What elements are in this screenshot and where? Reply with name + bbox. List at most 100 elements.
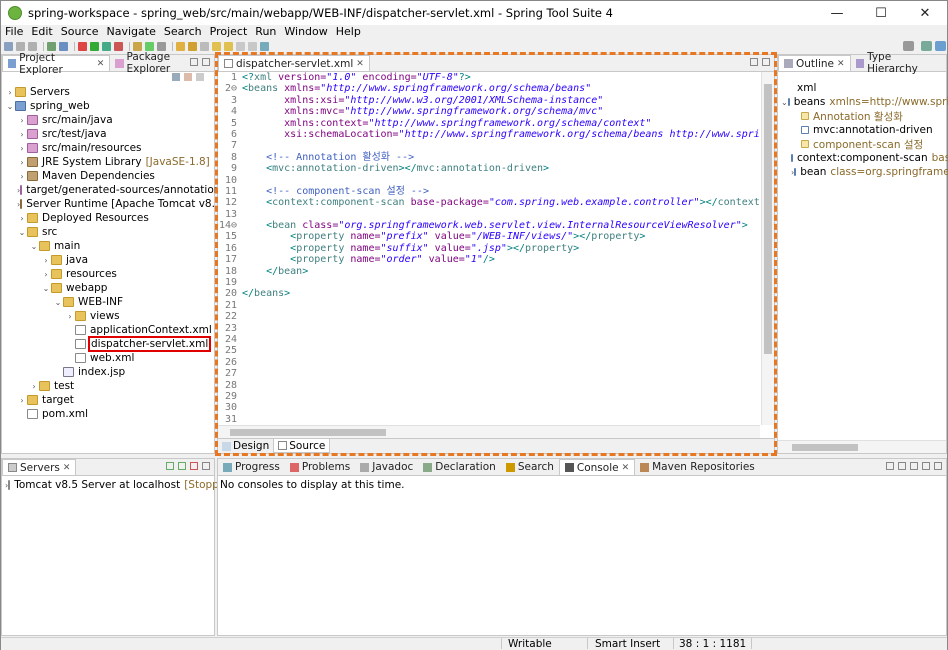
tab-javadoc[interactable]: Javadoc bbox=[355, 459, 418, 475]
menu-file[interactable]: File bbox=[1, 25, 27, 40]
minimize-view-icon[interactable] bbox=[750, 58, 758, 66]
outline-item[interactable]: context:component-scanbase-pa bbox=[778, 151, 948, 165]
tree-item[interactable]: web.xml bbox=[2, 351, 214, 365]
tree-item[interactable]: › Server Runtime [Apache Tomcat v8.5] bbox=[2, 197, 226, 211]
tree-item[interactable]: › target/generated-sources/annotations bbox=[2, 183, 226, 197]
java-perspective-icon[interactable] bbox=[935, 41, 946, 51]
tab-search[interactable]: Search bbox=[501, 459, 559, 475]
maximize-button[interactable]: ☐ bbox=[859, 1, 903, 25]
tree-item[interactable]: › target bbox=[2, 393, 214, 407]
filter-icon[interactable] bbox=[196, 73, 204, 81]
tree-item[interactable]: › views bbox=[2, 309, 214, 323]
outline-arrow-icon[interactable]: ⌄ bbox=[781, 98, 788, 107]
tree-item[interactable]: applicationContext.xml bbox=[2, 323, 214, 337]
open-resource-icon[interactable] bbox=[157, 42, 166, 51]
tree-item[interactable]: › Servers bbox=[2, 85, 214, 99]
outline-scroll-thumb[interactable] bbox=[792, 444, 858, 451]
tab-project-explorer[interactable]: Project Explorer ✕ bbox=[2, 52, 111, 76]
tree-item[interactable]: ⌄ src bbox=[2, 225, 214, 239]
save-icon[interactable] bbox=[16, 42, 25, 51]
collapsed-arrow-icon[interactable]: › bbox=[17, 172, 27, 181]
tab-console[interactable]: Console ✕ bbox=[558, 459, 636, 475]
menu-project[interactable]: Project bbox=[206, 25, 252, 40]
menu-help[interactable]: Help bbox=[332, 25, 365, 40]
vertical-scroll-thumb[interactable] bbox=[764, 84, 772, 354]
tree-item[interactable]: ⌄ main bbox=[2, 239, 214, 253]
open-type-icon[interactable] bbox=[47, 42, 56, 51]
expanded-arrow-icon[interactable]: ⌄ bbox=[41, 284, 51, 293]
open-folder-icon[interactable] bbox=[176, 42, 185, 51]
collapsed-arrow-icon[interactable]: › bbox=[17, 158, 27, 167]
tree-item[interactable]: ⌄ webapp bbox=[2, 281, 214, 295]
menu-search[interactable]: Search bbox=[160, 25, 206, 40]
collapsed-arrow-icon[interactable]: › bbox=[17, 130, 27, 139]
collapsed-arrow-icon[interactable]: › bbox=[41, 270, 51, 279]
outline-item[interactable]: xml bbox=[778, 81, 946, 95]
tab-design[interactable]: Design bbox=[218, 439, 273, 453]
tree-item[interactable]: › test bbox=[2, 379, 214, 393]
outline-scrollbar[interactable] bbox=[778, 440, 946, 453]
tree-item[interactable]: pom.xml bbox=[2, 407, 214, 421]
minimize-view-icon[interactable] bbox=[202, 462, 210, 470]
maximize-view-icon[interactable] bbox=[762, 58, 770, 66]
menu-source[interactable]: Source bbox=[57, 25, 103, 40]
outline-item[interactable]: mvc:annotation-driven bbox=[778, 123, 946, 137]
search-icon[interactable] bbox=[903, 41, 914, 51]
save-all-icon[interactable] bbox=[28, 42, 37, 51]
next-annotation-icon[interactable] bbox=[212, 42, 221, 51]
menu-navigate[interactable]: Navigate bbox=[103, 25, 160, 40]
tree-item[interactable]: dispatcher-servlet.xml bbox=[2, 336, 214, 352]
maximize-view-icon[interactable] bbox=[934, 462, 942, 470]
tab-outline[interactable]: Outline ✕ bbox=[778, 55, 851, 71]
link-editor-icon[interactable] bbox=[184, 73, 192, 81]
expanded-arrow-icon[interactable]: ⌄ bbox=[17, 228, 27, 237]
tab-progress[interactable]: Progress bbox=[218, 459, 285, 475]
stop-server-icon[interactable] bbox=[190, 462, 198, 470]
collapsed-arrow-icon[interactable]: › bbox=[29, 382, 39, 391]
tab-source[interactable]: Source bbox=[273, 439, 331, 453]
tree-item[interactable]: › JRE System Library [JavaSE-1.8] bbox=[2, 155, 214, 169]
pin-console-icon[interactable] bbox=[910, 462, 918, 470]
collapsed-arrow-icon[interactable]: › bbox=[17, 144, 27, 153]
menu-run[interactable]: Run bbox=[251, 25, 280, 40]
collapsed-arrow-icon[interactable]: › bbox=[17, 214, 27, 223]
annotation-icon[interactable] bbox=[200, 42, 209, 51]
server-item[interactable]: › Tomcat v8.5 Server at localhost [Stopped… bbox=[2, 478, 236, 492]
tree-item[interactable]: › Deployed Resources bbox=[2, 211, 214, 225]
outline-item[interactable]: ⌄ beansxmlns=http://www.springfram bbox=[778, 95, 948, 109]
tab-servers[interactable]: Servers ✕ bbox=[2, 459, 77, 475]
minimize-view-icon[interactable] bbox=[922, 462, 930, 470]
close-tab-icon[interactable]: ✕ bbox=[63, 463, 71, 473]
close-tab-icon[interactable]: ✕ bbox=[356, 59, 364, 69]
menu-window[interactable]: Window bbox=[280, 25, 331, 40]
vertical-scrollbar[interactable] bbox=[761, 72, 774, 425]
tree-item[interactable]: › resources bbox=[2, 267, 214, 281]
close-button[interactable]: ✕ bbox=[903, 1, 947, 25]
boot-dashboard-icon[interactable] bbox=[145, 42, 154, 51]
terminate-icon[interactable] bbox=[78, 42, 87, 51]
tree-item[interactable]: › Maven Dependencies bbox=[2, 169, 214, 183]
minimize-button[interactable]: — bbox=[815, 1, 859, 25]
run-icon[interactable] bbox=[90, 42, 99, 51]
pin-editor-icon[interactable] bbox=[260, 42, 269, 51]
external-tools-icon[interactable] bbox=[114, 42, 123, 51]
tree-item[interactable]: › java bbox=[2, 253, 214, 267]
collapsed-arrow-icon[interactable]: › bbox=[65, 312, 75, 321]
expanded-arrow-icon[interactable]: ⌄ bbox=[5, 102, 15, 111]
collapsed-arrow-icon[interactable]: › bbox=[17, 396, 27, 405]
close-tab-icon[interactable]: ✕ bbox=[97, 59, 105, 69]
back-icon[interactable] bbox=[236, 42, 245, 51]
code-area[interactable]: 1 <?xml version="1.0" encoding="UTF-8"?> 2… bbox=[218, 72, 760, 425]
tab-dispatcher-servlet[interactable]: dispatcher-servlet.xml ✕ bbox=[218, 55, 370, 71]
tree-item[interactable]: ⌄ WEB-INF bbox=[2, 295, 214, 309]
tree-item[interactable]: › src/main/java bbox=[2, 113, 214, 127]
debug-icon[interactable] bbox=[102, 42, 111, 51]
tab-maven-repositories[interactable]: Maven Repositories bbox=[635, 459, 760, 475]
menu-edit[interactable]: Edit bbox=[27, 25, 56, 40]
prev-annotation-icon[interactable] bbox=[224, 42, 233, 51]
collapsed-arrow-icon[interactable]: › bbox=[17, 116, 27, 125]
tree-item[interactable]: ⌄ spring_web bbox=[2, 99, 214, 113]
tab-problems[interactable]: Problems bbox=[285, 459, 355, 475]
open-perspective-icon[interactable] bbox=[921, 41, 932, 51]
expanded-arrow-icon[interactable]: ⌄ bbox=[53, 298, 63, 307]
